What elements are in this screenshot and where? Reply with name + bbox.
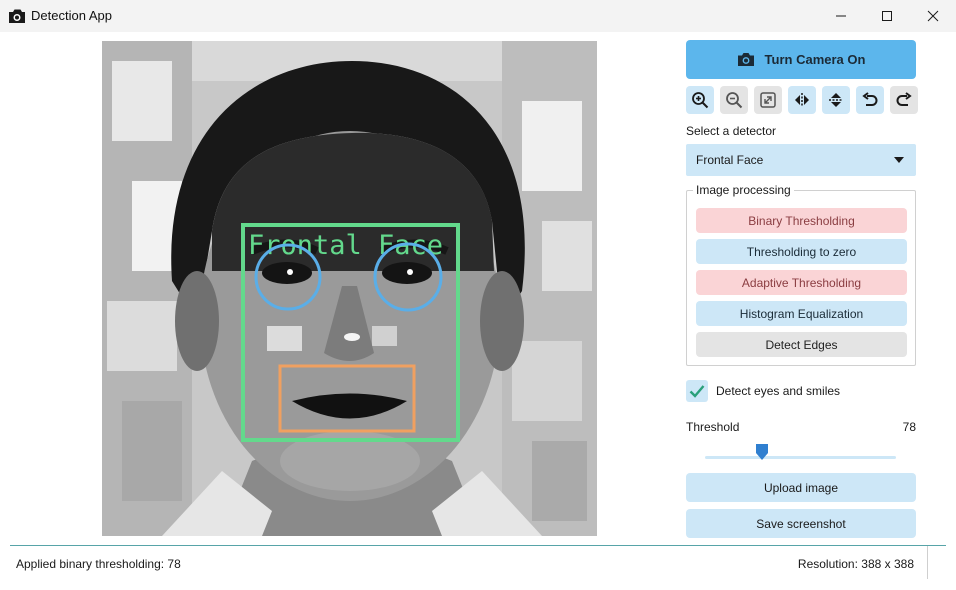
detector-select[interactable]: Frontal Face <box>686 144 916 176</box>
close-button[interactable] <box>910 0 956 32</box>
threshold-slider-track[interactable] <box>705 456 896 459</box>
image-canvas: Frontal Face <box>102 41 597 536</box>
processed-image: Frontal Face <box>102 41 597 536</box>
undo-button[interactable] <box>856 86 884 114</box>
thresholding-to-zero-button[interactable]: Thresholding to zero <box>696 239 907 264</box>
histogram-equalization-button[interactable]: Histogram Equalization <box>696 301 907 326</box>
camera-icon <box>9 9 25 23</box>
main-area: Frontal Face Turn Camera On Select a det… <box>0 32 956 590</box>
binary-thresholding-button[interactable]: Binary Thresholding <box>696 208 907 233</box>
status-separator <box>927 546 928 579</box>
resolution-text: Resolution: 388 x 388 <box>797 557 914 571</box>
detector-label: Select a detector <box>686 124 777 138</box>
maximize-button[interactable] <box>864 0 910 32</box>
fit-screen-icon <box>760 92 776 108</box>
flip-vertical-icon <box>829 93 843 107</box>
image-toolbar <box>686 86 918 114</box>
detect-eyes-smiles-row: Detect eyes and smiles <box>686 380 840 402</box>
camera-icon <box>737 53 754 66</box>
image-processing-group: Image processing Binary Thresholding Thr… <box>686 183 916 366</box>
flip-horizontal-icon <box>795 93 809 107</box>
save-screenshot-button[interactable]: Save screenshot <box>686 509 916 538</box>
redo-icon <box>896 92 912 106</box>
threshold-slider-handle[interactable] <box>754 443 770 461</box>
fit-screen-button[interactable] <box>754 86 782 114</box>
image-processing-title: Image processing <box>693 183 794 197</box>
adaptive-thresholding-button[interactable]: Adaptive Thresholding <box>696 270 907 295</box>
threshold-value: 78 <box>902 420 916 434</box>
undo-icon <box>862 92 878 106</box>
detect-eyes-smiles-checkbox[interactable] <box>686 380 708 402</box>
chevron-down-icon <box>894 157 904 163</box>
status-message: Applied binary thresholding: 78 <box>16 557 181 571</box>
detect-edges-button[interactable]: Detect Edges <box>696 332 907 357</box>
zoom-in-button[interactable] <box>686 86 714 114</box>
zoom-in-icon <box>692 92 709 109</box>
minimize-button[interactable] <box>818 0 864 32</box>
title-bar: Detection App <box>0 0 956 32</box>
status-bar: Applied binary thresholding: 78 Resoluti… <box>10 545 946 579</box>
turn-camera-on-button[interactable]: Turn Camera On <box>686 40 916 79</box>
detect-eyes-smiles-label: Detect eyes and smiles <box>716 384 841 398</box>
zoom-out-button[interactable] <box>720 86 748 114</box>
minimize-icon <box>836 15 846 17</box>
flip-horizontal-button[interactable] <box>788 86 816 114</box>
window-title: Detection App <box>31 8 112 23</box>
close-icon <box>927 10 939 22</box>
redo-button[interactable] <box>890 86 918 114</box>
flip-vertical-button[interactable] <box>822 86 850 114</box>
checkmark-icon <box>689 385 705 398</box>
upload-image-button[interactable]: Upload image <box>686 473 916 502</box>
turn-camera-on-label: Turn Camera On <box>764 52 866 67</box>
detector-select-value: Frontal Face <box>696 153 764 167</box>
maximize-icon <box>882 11 892 21</box>
threshold-label: Threshold <box>686 420 740 434</box>
zoom-out-icon <box>726 92 743 109</box>
